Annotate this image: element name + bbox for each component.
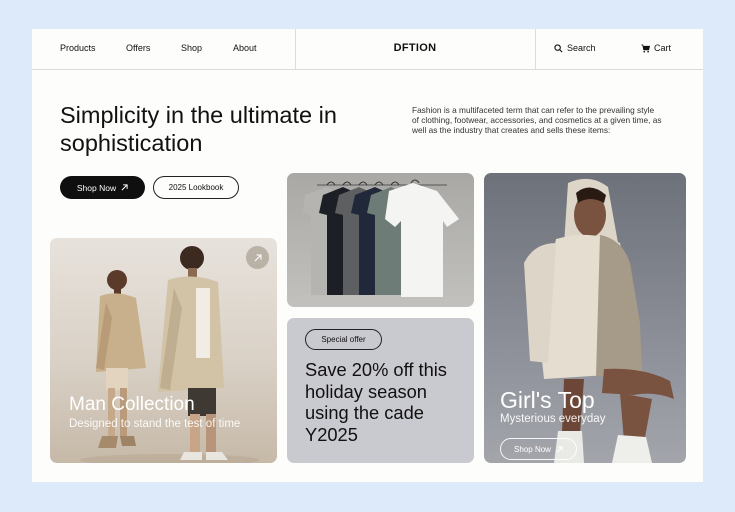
search-label: Search (567, 43, 596, 53)
search-button[interactable]: Search (554, 43, 596, 53)
arrow-up-right-icon (121, 184, 128, 191)
girls-top-subtitle: Mysterious everyday (500, 413, 606, 425)
lookbook-button[interactable]: 2025 Lookbook (153, 176, 239, 199)
man-collection-title: Man Collection (69, 394, 195, 415)
girls-top-shop-now-label: Shop Now (514, 444, 551, 454)
man-collection-subtitle: Designed to stand the test of time (69, 418, 241, 430)
nav-divider (535, 29, 536, 70)
shop-now-label: Shop Now (76, 182, 117, 193)
shop-now-button[interactable]: Shop Now (60, 176, 145, 199)
nav-link-about[interactable]: About (233, 43, 257, 53)
girls-top-shop-now-button[interactable]: Shop Now (500, 438, 577, 460)
arrow-up-right-icon (254, 253, 262, 261)
cart-button[interactable]: Cart (641, 43, 671, 53)
man-collection-arrow-button[interactable] (246, 246, 269, 269)
girls-top-card[interactable]: Girl's Top Mysterious everyday Shop Now (484, 173, 686, 463)
brand-logo[interactable]: DFTION (295, 42, 535, 54)
nav-link-offers[interactable]: Offers (126, 43, 150, 53)
top-nav: Products Offers Shop About DFTION Search… (32, 29, 703, 70)
special-offer-card: Special offer Save 20% off this holiday … (287, 318, 474, 463)
tshirts-image (303, 179, 459, 297)
hero-headline: Simplicity in the ultimate in sophistica… (60, 102, 337, 156)
page-container: Products Offers Shop About DFTION Search… (32, 29, 703, 482)
hero-description: Fashion is a multifaceted term that can … (412, 105, 662, 135)
special-offer-badge[interactable]: Special offer (305, 329, 382, 350)
search-icon (554, 43, 563, 52)
tshirts-card[interactable] (287, 173, 474, 307)
cart-icon (641, 43, 650, 53)
man-collection-card[interactable]: Man Collection Designed to stand the tes… (50, 238, 277, 463)
girls-top-title: Girl's Top (500, 387, 595, 413)
cart-label: Cart (654, 43, 672, 53)
special-offer-text: Save 20% off this holiday season using t… (305, 359, 447, 445)
arrow-up-right-icon (556, 445, 563, 452)
nav-link-shop[interactable]: Shop (181, 43, 202, 53)
nav-link-products[interactable]: Products (60, 43, 96, 53)
